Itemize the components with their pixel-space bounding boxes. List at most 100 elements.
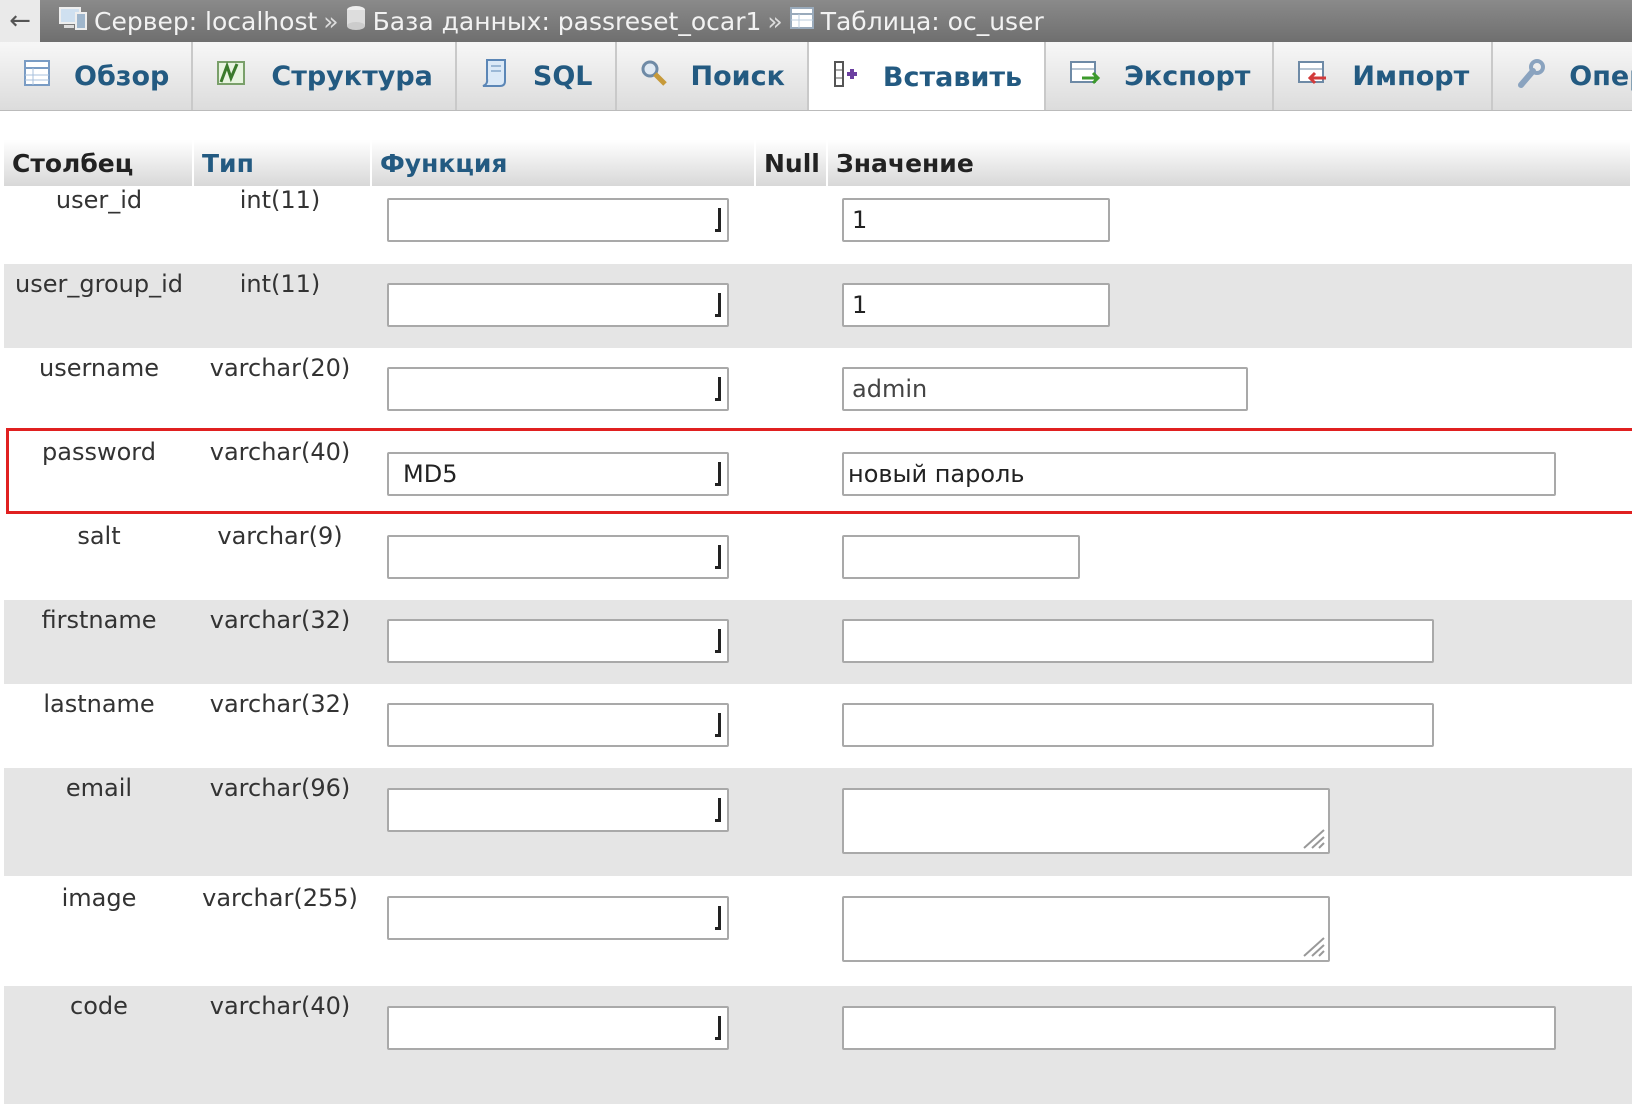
breadcrumb-separator: » [767, 6, 783, 36]
tab-export[interactable]: Экспорт [1046, 42, 1275, 110]
column-name: email [65, 774, 133, 802]
table-row: salt varchar(9) [4, 516, 1632, 600]
server-icon [58, 5, 88, 37]
table-row: username varchar(20) admin [4, 348, 1632, 432]
column-type: varchar(9) [217, 522, 343, 550]
function-select[interactable] [387, 788, 729, 832]
import-icon [1296, 58, 1330, 95]
dropdown-arrow-icon [713, 377, 721, 403]
column-name: user_group_id [15, 270, 183, 298]
tab-structure[interactable]: Структура [193, 42, 457, 110]
table-icon [789, 5, 815, 37]
breadcrumb-separator: » [323, 6, 339, 36]
column-type: varchar(20) [209, 354, 351, 382]
dropdown-arrow-icon [713, 545, 721, 571]
table-row: image varchar(255) [4, 876, 1632, 986]
tab-import[interactable]: Импорт [1274, 42, 1494, 110]
dropdown-arrow-icon [713, 629, 721, 655]
breadcrumb-server-label: Сервер: localhost [94, 6, 318, 36]
column-name: firstname [41, 606, 157, 634]
table-row: lastname varchar(32) [4, 684, 1632, 768]
function-select[interactable] [387, 619, 729, 663]
breadcrumb-database-label: База данных: passreset_ocar1 [372, 6, 762, 36]
tab-label: Обзор [74, 60, 170, 92]
table-icon [22, 58, 52, 95]
database-icon [345, 5, 367, 37]
value-input[interactable] [842, 703, 1434, 747]
breadcrumb-database[interactable]: База данных: passreset_ocar1 [345, 5, 762, 37]
tab-label: Импорт [1352, 60, 1470, 92]
value-textarea[interactable] [842, 896, 1330, 962]
tab-label: SQL [532, 60, 593, 92]
column-type: varchar(40) [209, 992, 351, 1020]
function-select[interactable] [387, 896, 729, 940]
breadcrumb-table[interactable]: Таблица: oc_user [789, 5, 1044, 37]
column-type: varchar(96) [209, 774, 351, 802]
column-type: varchar(40) [209, 438, 351, 466]
function-select[interactable] [387, 1006, 729, 1050]
column-name: lastname [43, 690, 155, 718]
resize-grip-icon[interactable] [1298, 826, 1326, 850]
function-select[interactable] [387, 367, 729, 411]
table-row: user_group_id int(11) 1 [4, 264, 1632, 348]
column-name: salt [77, 522, 121, 550]
dropdown-arrow-icon [713, 462, 721, 488]
structure-icon [215, 58, 249, 95]
column-type: varchar(32) [209, 690, 351, 718]
value-input[interactable] [842, 619, 1434, 663]
value-input[interactable]: 1 [842, 198, 1110, 242]
column-name: code [70, 992, 128, 1020]
tab-label: Вставить [882, 61, 1023, 93]
table-row: firstname varchar(32) [4, 600, 1632, 684]
table-row: code varchar(40) [4, 986, 1632, 1104]
dropdown-arrow-icon [713, 798, 721, 824]
column-type: varchar(255) [202, 884, 358, 912]
column-name: password [42, 438, 156, 466]
function-select[interactable]: MD5 [387, 452, 729, 496]
dropdown-arrow-icon [713, 1016, 721, 1042]
table-row: password varchar(40) MD5 новый пароль [4, 432, 1632, 516]
value-input[interactable]: 1 [842, 283, 1110, 327]
function-select[interactable] [387, 283, 729, 327]
tab-label: Опера [1569, 60, 1632, 92]
column-name: image [61, 884, 137, 912]
table-row: email varchar(96) [4, 768, 1632, 876]
breadcrumb-table-label: Таблица: oc_user [820, 6, 1044, 36]
tab-label: Структура [271, 60, 433, 92]
breadcrumb: ← Сервер: localhost » База данных: passr… [0, 0, 1632, 42]
tab-bar: Обзор Структура SQL Поиск Вставить Экспо… [0, 42, 1632, 111]
breadcrumb-server[interactable]: Сервер: localhost [58, 5, 317, 37]
function-select[interactable] [387, 703, 729, 747]
value-textarea[interactable] [842, 788, 1330, 854]
tab-sql[interactable]: SQL [457, 42, 617, 110]
sql-icon [479, 57, 511, 96]
tab-insert[interactable]: Вставить [808, 42, 1047, 110]
tab-browse[interactable]: Обзор [0, 42, 194, 110]
function-select-value: MD5 [403, 460, 458, 488]
column-name: username [39, 354, 159, 382]
tab-search[interactable]: Поиск [617, 42, 809, 110]
value-input[interactable]: новый пароль [842, 452, 1556, 496]
dropdown-arrow-icon [713, 906, 721, 932]
tab-label: Экспорт [1124, 60, 1251, 92]
value-input[interactable] [842, 1006, 1556, 1050]
table-row: user_id int(11) 1 [4, 180, 1632, 264]
dropdown-arrow-icon [713, 208, 721, 234]
column-type: varchar(32) [209, 606, 351, 634]
search-icon [639, 58, 669, 95]
resize-grip-icon[interactable] [1298, 934, 1326, 958]
export-icon [1068, 58, 1102, 95]
dropdown-arrow-icon [713, 293, 721, 319]
column-type: int(11) [239, 186, 321, 214]
value-input[interactable] [842, 535, 1080, 579]
wrench-icon [1515, 57, 1547, 96]
tab-operations[interactable]: Опера [1493, 42, 1632, 110]
dropdown-arrow-icon [713, 713, 721, 739]
function-select[interactable] [387, 198, 729, 242]
column-type: int(11) [239, 270, 321, 298]
insert-icon [831, 58, 861, 97]
value-input[interactable]: admin [842, 367, 1248, 411]
function-select[interactable] [387, 535, 729, 579]
column-name: user_id [55, 186, 143, 214]
back-arrow-icon[interactable]: ← [0, 0, 40, 42]
